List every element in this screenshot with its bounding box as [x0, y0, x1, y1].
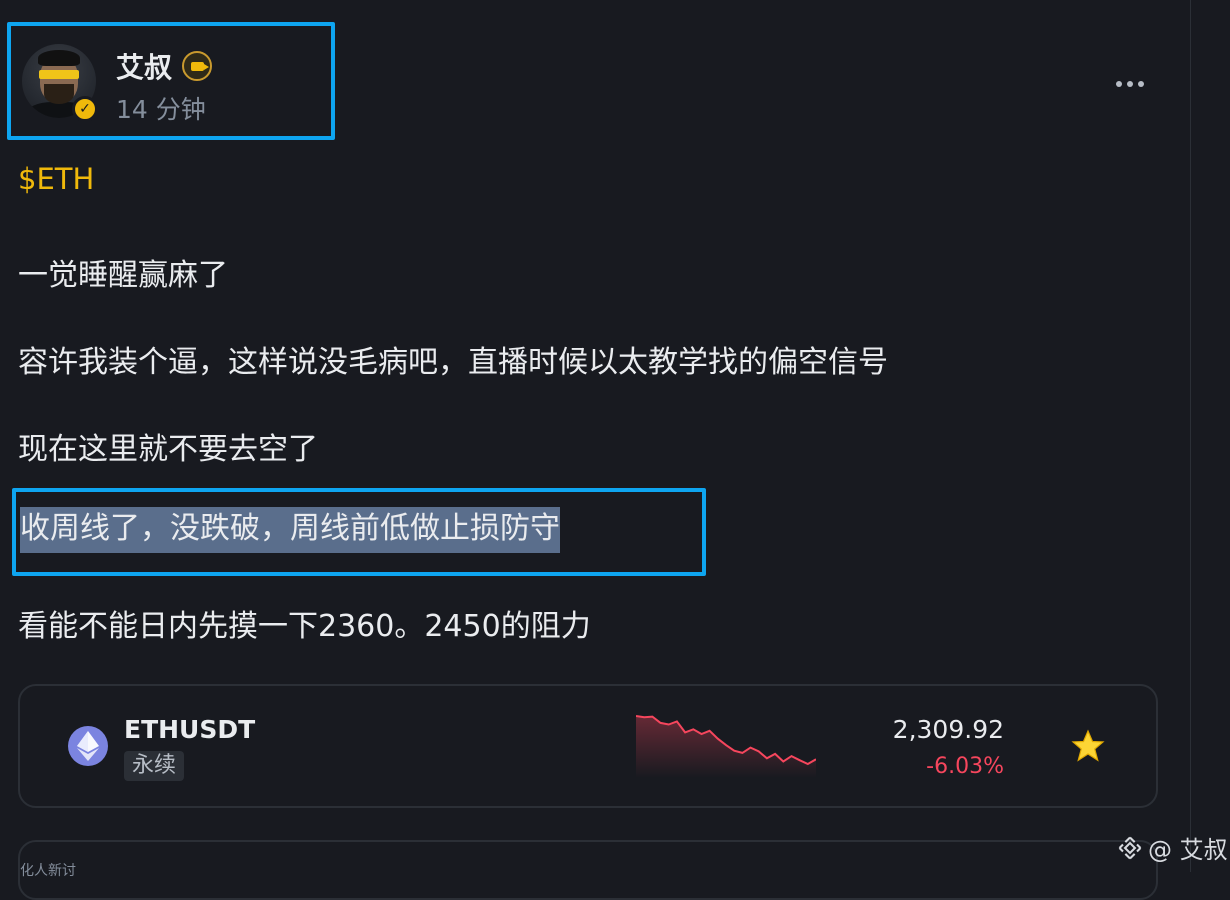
author-name[interactable]: 艾叔 [116, 46, 172, 86]
post-paragraph: 一觉睡醒赢麻了 [18, 258, 228, 293]
creator-badge-icon [182, 51, 212, 81]
selected-paragraph: 收周线了，没跌破，周线前低做止损防守 [20, 507, 560, 553]
post-paragraph: 看能不能日内先摸一下2360。2450的阻力 [18, 609, 591, 644]
sparkline-area [636, 716, 816, 778]
divider-line [1190, 0, 1191, 872]
post-paragraph: 容许我装个逼，这样说没毛病吧，直播时候以太教学找的偏空信号 [18, 345, 888, 380]
star-icon[interactable] [1070, 728, 1106, 764]
more-icon[interactable] [1110, 72, 1150, 96]
contract-type-tag: 永续 [124, 751, 185, 781]
ticker-change: -6.03% [926, 754, 1004, 779]
watermark-text: @ 艾叔 [1148, 836, 1228, 864]
price-sparkline [636, 715, 816, 778]
binance-logo-icon [1118, 836, 1142, 859]
post-time: 14 分钟 [116, 95, 206, 124]
next-post-text: 化人新讨 [20, 863, 76, 879]
next-post-card[interactable] [18, 840, 1158, 900]
ticker-price: 2,309.92 [892, 715, 1004, 744]
ticker-symbol: ETHUSDT [124, 715, 256, 744]
post-paragraph: 现在这里就不要去空了 [18, 432, 318, 467]
eth-icon [68, 726, 108, 766]
verified-badge-icon: ✓ [72, 96, 98, 122]
watermark: @ 艾叔 [1116, 830, 1228, 865]
ticker-card[interactable] [18, 684, 1158, 808]
cashtag-link[interactable]: $ETH [18, 162, 94, 196]
